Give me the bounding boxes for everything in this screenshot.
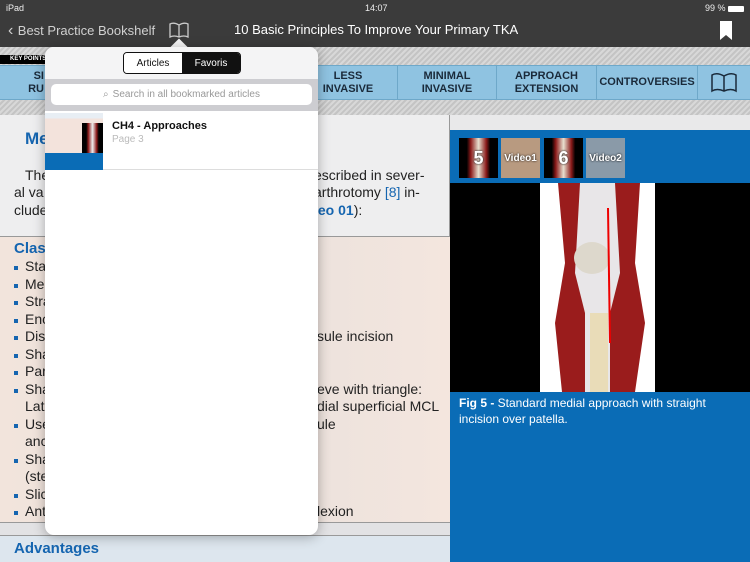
bullet-icon (14, 336, 18, 340)
bullet-icon (14, 301, 18, 305)
bullet-icon (14, 511, 18, 515)
bullet-text: Ant (25, 503, 47, 519)
search-bar: ⌕ Search in all bookmarked articles (45, 79, 318, 111)
advantages-box: Advantages (0, 535, 450, 562)
paragraph-text: clude (14, 202, 48, 218)
menu-item-minimal-invasive[interactable]: MINIMAL INVASIVE (397, 66, 496, 99)
bullet-text: Lat (25, 398, 45, 414)
paragraph-text: arthrotomy (314, 184, 385, 200)
tab-articles[interactable]: Articles (124, 53, 182, 73)
bullet-icon (14, 283, 18, 288)
video-link[interactable]: leo 01 (314, 202, 354, 218)
bullet-text: Dis (25, 328, 46, 344)
bullet-icon (14, 266, 18, 270)
advantages-heading: Advantages (14, 540, 100, 557)
device-label: iPad (6, 3, 25, 13)
battery-label: 99 % (705, 3, 726, 13)
bullet-icon (14, 423, 18, 428)
bullet-text: eve with triangle: (317, 380, 423, 397)
bullet-icon (14, 353, 18, 358)
back-button[interactable]: ‹ Best Practice Bookshelf (8, 22, 155, 40)
bullet-text: ule (317, 415, 336, 432)
video-thumb-2[interactable]: Video2 (586, 138, 625, 178)
classification-heading: Clas (14, 240, 46, 257)
bookmark-icon[interactable] (720, 21, 732, 40)
menu-item-approach-extension[interactable]: APPROACH EXTENSION (496, 66, 596, 99)
bullet-icon (14, 493, 18, 498)
caption-label: Fig 5 - (459, 396, 498, 410)
paragraph-text: ): (353, 202, 363, 218)
bullet-text: dial superficial MCL (317, 398, 440, 414)
bookmark-list-item[interactable]: CH4 - Approaches Page 3 (45, 111, 318, 170)
bookmarks-popover: Articles Favoris ⌕ Search in all bookmark… (45, 47, 318, 535)
segmented-control: Articles Favoris (123, 52, 241, 74)
search-input[interactable]: ⌕ Search in all bookmarked articles (51, 84, 312, 105)
paragraph-text: escribed in sever- (314, 167, 425, 183)
bookmark-title: CH4 - Approaches (112, 120, 207, 132)
bullet-icon (14, 458, 18, 463)
menu-item-simple-rules[interactable]: SI RU (0, 66, 44, 99)
bullet-text: sule incision (317, 328, 394, 344)
paragraph-text: al va (14, 184, 44, 200)
bullet-icon (14, 318, 18, 323)
key-points-tab[interactable]: KEY POINTS (0, 55, 50, 64)
search-icon: ⌕ (103, 89, 109, 100)
bullet-text: Me (25, 275, 45, 292)
paragraph-text: in- (400, 184, 420, 200)
bullet-icon (14, 371, 18, 375)
bullet-icon (14, 388, 18, 393)
back-label: Best Practice Bookshelf (17, 23, 156, 38)
video-thumb-1[interactable]: Video1 (501, 138, 540, 178)
book-icon[interactable] (169, 21, 189, 39)
article-thumbnail (45, 113, 103, 170)
menu-item-book[interactable] (697, 66, 750, 99)
article-title: 10 Basic Principles To Improve Your Prim… (234, 22, 519, 37)
knee-anatomy-illustration (540, 183, 655, 392)
navigation-bar: iPad 14:07 99 % ‹ Best Practice Bookshel… (0, 0, 750, 47)
figure-image[interactable] (450, 183, 750, 392)
reference-link[interactable]: [8] (385, 184, 401, 200)
bullet-text: Par (25, 363, 47, 379)
chevron-left-icon: ‹ (8, 22, 18, 39)
open-book-icon (711, 72, 737, 92)
tab-favoris[interactable]: Favoris (182, 53, 240, 73)
bullet-text: lexion (317, 503, 354, 519)
bookmark-subtitle: Page 3 (112, 134, 144, 145)
figure-thumb-6[interactable]: 6 (544, 138, 583, 178)
figure-caption: Fig 5 - Standard medial approach with st… (459, 395, 744, 427)
figure-panel: 5 Video1 6 Video2 Fig 5 - Standard media… (450, 130, 750, 562)
battery-icon (728, 6, 744, 12)
status-time: 14:07 (365, 3, 388, 13)
bullet-text: Sta (25, 258, 47, 274)
figure-thumb-5[interactable]: 5 (459, 138, 498, 178)
menu-item-controversies[interactable]: CONTROVERSIES (596, 66, 697, 99)
search-placeholder: Search in all bookmarked articles (112, 89, 260, 100)
popover-header: Articles Favoris ⌕ Search in all bookmark… (45, 47, 318, 111)
